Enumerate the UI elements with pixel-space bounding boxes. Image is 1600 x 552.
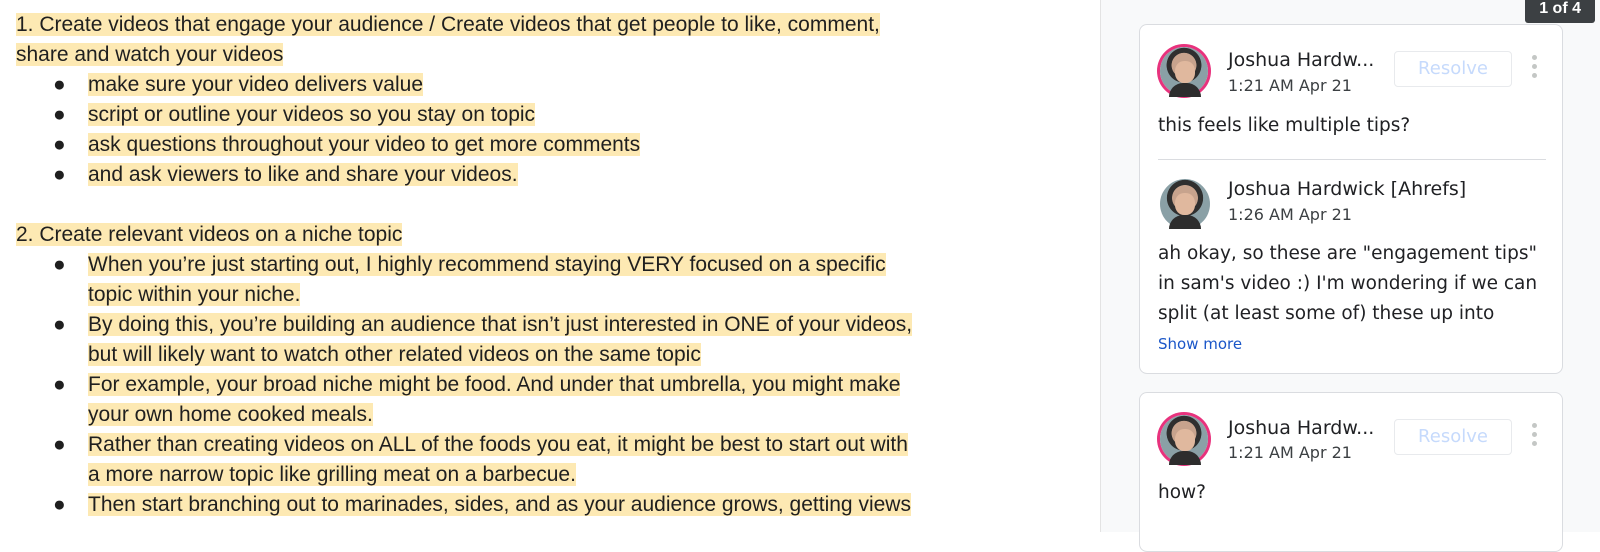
avatar xyxy=(1160,47,1208,97)
list-item: script or outline your videos so you sta… xyxy=(88,103,536,126)
divider xyxy=(1158,159,1546,160)
document-body[interactable]: 1. Create videos that engage your audien… xyxy=(0,0,1100,532)
bullet-glyph: ● xyxy=(53,493,66,516)
bullet-glyph: ● xyxy=(53,73,66,96)
avatar-shirt xyxy=(1169,215,1201,229)
comment-timestamp: 1:21 AM Apr 21 xyxy=(1228,76,1352,95)
avatar-face xyxy=(1175,61,1195,83)
bullet-glyph: ● xyxy=(53,133,66,156)
avatar-shirt xyxy=(1169,83,1201,97)
reply-text-line: in sam's video :) I'm wondering if we ca… xyxy=(1158,273,1538,294)
list-item-line: Rather than creating videos on ALL of th… xyxy=(88,433,908,456)
bullet-glyph: ● xyxy=(53,313,66,336)
paragraph-2-heading: 2. Create relevant videos on a niche top… xyxy=(16,223,403,246)
bullet-glyph: ● xyxy=(53,163,66,186)
paragraph-1-line-1: 1. Create videos that engage your audien… xyxy=(16,13,880,36)
list-item-line: topic within your niche. xyxy=(88,283,301,306)
avatar-face xyxy=(1175,429,1195,451)
comment-counter: 1 of 4 xyxy=(1525,0,1595,23)
comment-thread[interactable]: Joshua Hardw... 1:21 AM Apr 21 Resolve h… xyxy=(1139,392,1563,552)
comment-text: this feels like multiple tips? xyxy=(1158,115,1411,136)
list-item-line: but will likely want to watch other rela… xyxy=(88,343,701,366)
list-item-line: a more narrow topic like grilling meat o… xyxy=(88,463,576,486)
more-options-icon[interactable] xyxy=(1532,423,1538,450)
paragraph-1-line-2: share and watch your videos xyxy=(16,43,284,66)
comment-thread[interactable]: Joshua Hardw... 1:21 AM Apr 21 Resolve t… xyxy=(1139,24,1563,374)
comments-panel: 1 of 4 Joshua Hardw... 1:21 AM Apr 21 Re… xyxy=(1100,0,1600,552)
list-item-line: your own home cooked meals. xyxy=(88,403,373,426)
bullet-glyph: ● xyxy=(53,103,66,126)
list-item: make sure your video delivers value xyxy=(88,73,423,96)
show-more-link[interactable]: Show more xyxy=(1158,335,1242,353)
resolve-button[interactable]: Resolve xyxy=(1394,419,1512,455)
avatar xyxy=(1160,415,1208,465)
list-item-line: By doing this, you’re building an audien… xyxy=(88,313,913,336)
comment-author: Joshua Hardw... xyxy=(1228,417,1375,439)
comment-author: Joshua Hardw... xyxy=(1228,49,1375,71)
reply-text-line: ah okay, so these are "engagement tips" xyxy=(1158,243,1537,264)
reply-timestamp: 1:26 AM Apr 21 xyxy=(1228,205,1352,224)
bullet-glyph: ● xyxy=(53,253,66,276)
list-item-line: Then start branching out to marinades, s… xyxy=(88,493,911,516)
bullet-glyph: ● xyxy=(53,373,66,396)
comment-timestamp: 1:21 AM Apr 21 xyxy=(1228,443,1352,462)
list-item-line: For example, your broad niche might be f… xyxy=(88,373,901,396)
resolve-button[interactable]: Resolve xyxy=(1394,51,1512,87)
comment-text: how? xyxy=(1158,482,1206,503)
avatar-face xyxy=(1175,193,1195,215)
bullet-glyph: ● xyxy=(53,433,66,456)
more-options-icon[interactable] xyxy=(1532,55,1538,82)
list-item: and ask viewers to like and share your v… xyxy=(88,163,518,186)
reply-text-line: split (at least some of) these up into xyxy=(1158,303,1495,324)
avatar xyxy=(1160,179,1210,229)
avatar-shirt xyxy=(1169,451,1201,465)
list-item: ask questions throughout your video to g… xyxy=(88,133,641,156)
reply-author: Joshua Hardwick [Ahrefs] xyxy=(1228,178,1467,200)
list-item-line: When you’re just starting out, I highly … xyxy=(88,253,886,276)
